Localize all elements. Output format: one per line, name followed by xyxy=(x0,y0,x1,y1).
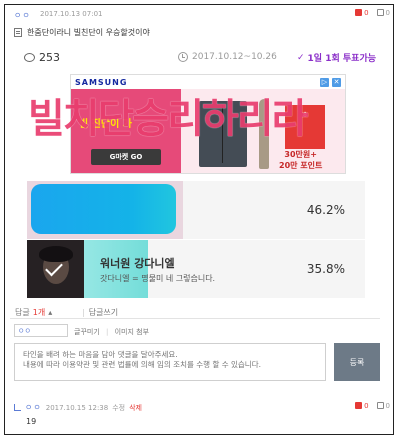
poll-option-title: 워너원 강다니엘 xyxy=(100,257,175,270)
emoticon-link[interactable]: 글꾸미기 xyxy=(74,328,100,336)
thumbs-up-icon xyxy=(355,402,363,409)
clock-icon xyxy=(178,52,188,62)
reply-edit-link[interactable]: 수정 xyxy=(112,403,125,413)
reply-downvote-count: 0 xyxy=(385,402,390,410)
post-title-row: 한줌단이라니 빌친단이 우승할것이야 xyxy=(14,27,150,38)
reply-delete-link[interactable]: 삭제 xyxy=(129,403,142,413)
comment-count: 253 xyxy=(24,51,60,64)
thumbs-down-icon xyxy=(376,402,384,409)
poll-period: 2017.10.12~10.26 xyxy=(178,52,277,62)
downvote-count: 0 xyxy=(385,9,390,17)
document-icon xyxy=(14,28,22,37)
reply-author[interactable]: ㅇㅇ xyxy=(25,402,42,413)
post-date: 2017.10.13 07:01 xyxy=(40,10,103,18)
ad-info-icon[interactable]: ▷ xyxy=(320,77,329,87)
write-reply-label: 답글쓰기 xyxy=(88,308,119,317)
ad-cta-button[interactable]: G마켓 GO xyxy=(91,149,161,165)
speech-bubble-icon xyxy=(24,53,35,62)
post-title: 한줌단이라니 빌친단이 우승할것이야 xyxy=(27,28,150,37)
post-author[interactable]: ㅇㅇ xyxy=(14,10,31,21)
comment-count-value: 253 xyxy=(39,51,60,64)
vote-limit: ✓ 1일 1회 투표가능 xyxy=(297,51,377,65)
upvote-count: 0 xyxy=(364,9,369,17)
ad-points-2: 20만 포인트 xyxy=(279,161,323,170)
ad-close-icon[interactable]: ✕ xyxy=(332,77,341,87)
reply-text: 19 xyxy=(26,417,37,426)
reply-count-label: 답글 xyxy=(15,308,30,317)
poll-option-1[interactable]: 46.2% xyxy=(27,181,365,239)
reply-count[interactable]: 답글 1개 ▴ xyxy=(15,307,52,318)
thumbs-up-icon xyxy=(355,9,363,16)
ad-points-1: 30만원+ xyxy=(284,150,317,159)
poll-percent-1: 46.2% xyxy=(306,203,345,217)
submit-button[interactable]: 등록 xyxy=(334,343,380,381)
divider xyxy=(10,318,380,319)
reply-arrow-icon xyxy=(14,404,21,411)
comment-textarea[interactable] xyxy=(14,343,326,381)
write-reply-link[interactable]: | 답글쓰기 xyxy=(78,307,118,318)
poll-period-text: 2017.10.12~10.26 xyxy=(192,52,277,62)
image-attach-link[interactable]: 이미지 첨부 xyxy=(115,328,149,336)
ad-points: 30만원+ 20만 포인트 xyxy=(279,149,322,171)
vote-limit-text: 1일 1회 투표가능 xyxy=(307,54,377,64)
nickname-input[interactable] xyxy=(14,324,68,337)
redacted-option-image xyxy=(31,184,176,234)
reply-votes: 0 0 xyxy=(355,402,390,410)
reply-upvote-button[interactable]: 0 xyxy=(355,402,369,410)
ad-controls: ▷ ✕ xyxy=(320,77,341,87)
poll-option-2[interactable]: 워너원 강다니엘 갓다니엘 = 명물미 네 그렇습니다. 35.8% xyxy=(27,240,365,298)
poll-option-desc: 갓다니엘 = 명물미 네 그렇습니다. xyxy=(100,274,216,283)
reply-date: 2017.10.15 12:38 xyxy=(45,403,109,412)
separator: | xyxy=(106,328,109,336)
post-votes: 0 0 xyxy=(355,9,390,17)
option-thumbnail xyxy=(27,240,84,298)
chevron-up-icon: ▴ xyxy=(48,308,53,317)
checkmark-icon: ✓ xyxy=(297,52,305,63)
overlay-caption: 빌치단승리하리라 xyxy=(28,96,308,142)
reply-count-value: 1개 xyxy=(32,308,46,317)
reply-meta: ㅇㅇ 2017.10.15 12:38 수정 삭제 xyxy=(14,402,142,413)
downvote-button[interactable]: 0 xyxy=(376,9,390,17)
poll-percent-2: 35.8% xyxy=(306,262,345,276)
reply-downvote-button[interactable]: 0 xyxy=(376,402,390,410)
separator: | xyxy=(82,308,85,317)
comment-options: 글꾸미기 | 이미지 첨부 xyxy=(74,327,149,337)
upvote-button[interactable]: 0 xyxy=(355,9,369,17)
reply-upvote-count: 0 xyxy=(364,402,369,410)
thumbs-down-icon xyxy=(376,9,384,16)
